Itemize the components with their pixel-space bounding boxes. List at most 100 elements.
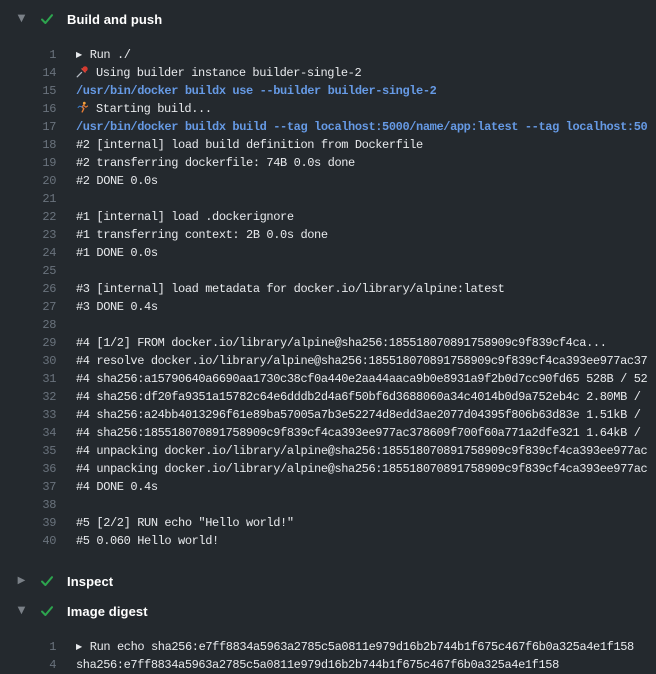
log-line: 14 Using builder instance builder-single-… [0,64,656,82]
line-number[interactable]: 21 [0,190,56,208]
section-log-lines: 1 ▶Run echo sha256:e7ff8834a5963a2785c5a0… [0,638,656,674]
log-line: 15/usr/bin/docker buildx use --builder b… [0,82,656,100]
log-line: 4 sha256:e7ff8834a5963a2785c5a0811e979d16… [0,656,656,674]
log-line: 32 #4 sha256:df20fa9351a15782c64e6dddb2d4… [0,388,656,406]
success-check-icon [39,603,55,619]
log-line: 29 #4 [1/2] FROM docker.io/library/alpine… [0,334,656,352]
log-line: 24 #1 DONE 0.0s [0,244,656,262]
line-text: #4 sha256:df20fa9351a15782c64e6dddb2d4a6… [76,388,647,406]
line-number[interactable]: 14 [0,64,56,82]
line-text: #4 unpacking docker.io/library/alpine@sh… [76,460,647,478]
log-line: 31 #4 sha256:a15790640a6690aa1730c38cf0a4… [0,370,656,388]
line-text: /usr/bin/docker buildx use --builder bui… [76,82,436,100]
section-title: Image digest [67,604,148,619]
expand-run-group-icon[interactable]: ▶ [76,46,82,64]
line-number[interactable]: 25 [0,262,56,280]
line-text: #4 sha256:185518070891758909c9f839cf4ca3… [76,424,647,442]
section-header-build-and-push[interactable]: ▼ Build and push [0,6,656,32]
success-check-icon [39,573,55,589]
log-line: 23#1 transferring context: 2B 0.0s done [0,226,656,244]
log-line: 19 #2 transferring dockerfile: 74B 0.0s d… [0,154,656,172]
log-line: 40 #5 0.060 Hello world! [0,532,656,550]
line-text: #4 unpacking docker.io/library/alpine@sh… [76,442,647,460]
line-number[interactable]: 26 [0,280,56,298]
line-text: #4 resolve docker.io/library/alpine@sha2… [76,352,647,370]
line-number[interactable]: 40 [0,532,56,550]
section-title: Build and push [67,12,162,27]
line-text: #2 [internal] load build definition from… [76,136,423,154]
log-line: 37#4 DONE 0.4s [0,478,656,496]
line-number[interactable]: 34 [0,424,56,442]
log-line: 33 #4 sha256:a24bb4013296f61e89ba57005a7b… [0,406,656,424]
line-text: /usr/bin/docker buildx build --tag local… [76,118,647,136]
line-text: ▶Run echo sha256:e7ff8834a5963a2785c5a08… [76,638,634,656]
line-number[interactable]: 39 [0,514,56,532]
line-number[interactable]: 22 [0,208,56,226]
line-text: #2 transferring dockerfile: 74B 0.0s don… [76,154,355,172]
log-line: 20#2 DONE 0.0s [0,172,656,190]
log-line: 16 Starting build... [0,100,656,118]
log-section-inspect: ▶ Inspect [0,568,656,594]
actions-log-viewer: ▼ Build and push 1▶Run ./14Using builder… [0,0,656,674]
line-number[interactable]: 31 [0,370,56,388]
log-section-build-and-push: ▼ Build and push 1 ▶Run ./ 14 Using builder… [0,6,656,550]
line-text: #5 0.060 Hello world! [76,532,219,550]
log-line: 25 [0,262,656,280]
runner-icon [76,100,90,118]
line-number[interactable]: 18 [0,136,56,154]
line-number[interactable]: 28 [0,316,56,334]
line-text: #4 sha256:a24bb4013296f61e89ba57005a7b3e… [76,406,647,424]
line-number[interactable]: 24 [0,244,56,262]
line-number[interactable]: 15 [0,82,56,100]
log-line: 18 #2 [internal] load build definition fr… [0,136,656,154]
line-text: #4 sha256:a15790640a6690aa1730c38cf0a440… [76,370,647,388]
line-text: #3 DONE 0.4s [76,298,158,316]
line-number[interactable]: 27 [0,298,56,316]
log-line: 30 #4 resolve docker.io/library/alpine@sh… [0,352,656,370]
section-header-image-digest[interactable]: ▼ Image digest [0,598,656,624]
log-line: 35 #4 unpacking docker.io/library/alpine@… [0,442,656,460]
log-line: 34 #4 sha256:185518070891758909c9f839cf4c… [0,424,656,442]
line-number[interactable]: 33 [0,406,56,424]
line-text: ▶Run ./ [76,46,131,64]
log-line: 21 [0,190,656,208]
line-number[interactable]: 20 [0,172,56,190]
line-number[interactable]: 1 [0,638,56,656]
line-number[interactable]: 37 [0,478,56,496]
line-number[interactable]: 19 [0,154,56,172]
line-text: #1 [internal] load .dockerignore [76,208,294,226]
line-number[interactable]: 30 [0,352,56,370]
line-number[interactable]: 4 [0,656,56,674]
line-number[interactable]: 36 [0,460,56,478]
section-collapse-caret-icon[interactable]: ▶ [16,576,27,586]
line-number[interactable]: 23 [0,226,56,244]
log-line: 26 #3 [internal] load metadata for docker… [0,280,656,298]
log-line: 39#5 [2/2] RUN echo "Hello world!" [0,514,656,532]
log-line: 36 #4 unpacking docker.io/library/alpine@… [0,460,656,478]
line-number[interactable]: 1 [0,46,56,64]
line-text: #4 [1/2] FROM docker.io/library/alpine@s… [76,334,607,352]
log-line: 17/usr/bin/docker buildx build --tag loc… [0,118,656,136]
section-collapse-caret-icon[interactable]: ▼ [16,606,27,616]
section-header-inspect[interactable]: ▶ Inspect [0,568,656,594]
line-number[interactable]: 38 [0,496,56,514]
expand-run-group-icon[interactable]: ▶ [76,638,82,656]
line-text: Using builder instance builder-single-2 [76,64,361,82]
section-log-lines: 1 ▶Run ./ 14 Using builder instance builder… [0,46,656,550]
line-number[interactable]: 17 [0,118,56,136]
section-title: Inspect [67,574,113,589]
line-number[interactable]: 35 [0,442,56,460]
line-number[interactable]: 16 [0,100,56,118]
success-check-icon [39,11,55,27]
log-line: 1 ▶Run echo sha256:e7ff8834a5963a2785c5a0… [0,638,656,656]
log-line: 27 #3 DONE 0.4s [0,298,656,316]
line-number[interactable]: 32 [0,388,56,406]
line-text: #3 [internal] load metadata for docker.i… [76,280,504,298]
line-text: Starting build... [76,100,212,118]
section-collapse-caret-icon[interactable]: ▼ [16,14,27,24]
log-line: 1 ▶Run ./ [0,46,656,64]
line-number[interactable]: 29 [0,334,56,352]
log-line: 38 [0,496,656,514]
line-text: sha256:e7ff8834a5963a2785c5a0811e979d16b… [76,656,559,674]
line-text: #1 DONE 0.0s [76,244,158,262]
